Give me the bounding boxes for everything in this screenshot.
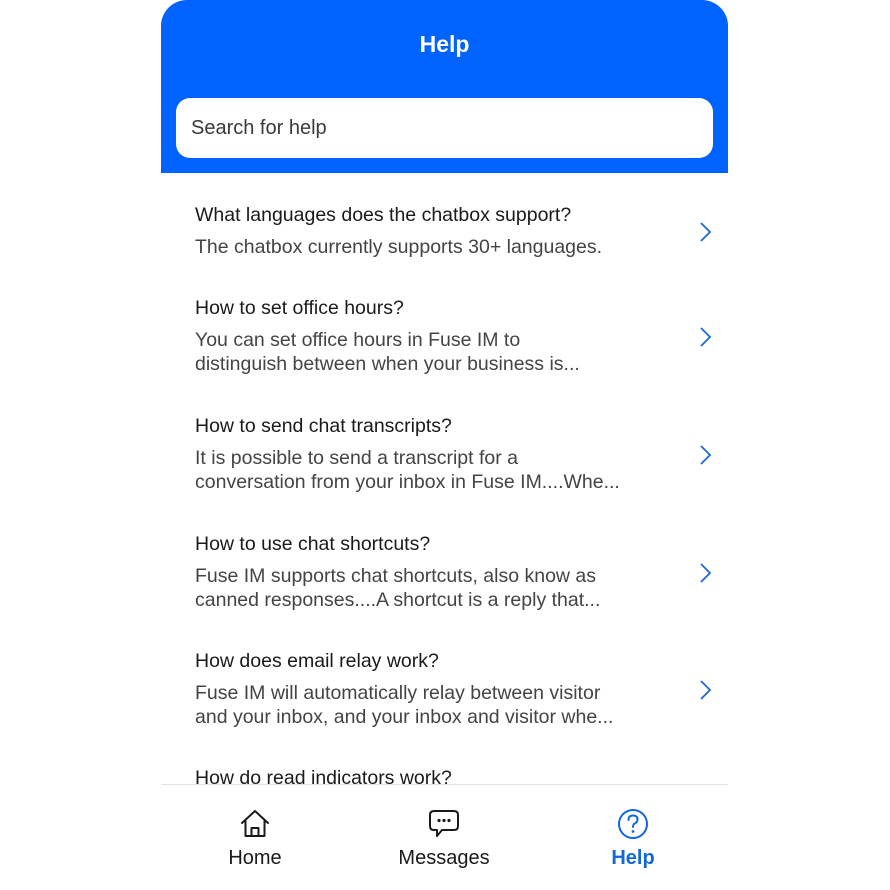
article-description: Fuse IM supports chat shortcuts, also kn… — [195, 564, 695, 612]
tab-label: Home — [228, 847, 282, 869]
article-description-line: Fuse IM supports chat shortcuts, also kn… — [195, 565, 597, 587]
article-title: How to set office hours? — [195, 297, 404, 319]
article-title: How do read indicators work? — [195, 767, 452, 784]
article-title: How to use chat shortcuts? — [195, 533, 431, 555]
chevron-right-icon — [698, 444, 712, 466]
tab-label: Messages — [398, 847, 490, 869]
tab-home[interactable]: Home — [185, 807, 325, 870]
message-bubble-icon — [427, 807, 461, 841]
article-description-line: You can set office hours in Fuse IM to — [195, 329, 521, 351]
article-title: How does email relay work? — [195, 650, 439, 672]
chevron-right-icon — [698, 562, 712, 584]
tab-label: Help — [611, 847, 655, 869]
article-item[interactable]: How to use chat shortcuts? Fuse IM suppo… — [195, 532, 712, 612]
article-item[interactable]: How to send chat transcripts? It is poss… — [195, 414, 712, 494]
bottom-tab-bar: Home Messages Help — [161, 785, 728, 890]
article-item[interactable]: How do read indicators work? — [195, 766, 695, 784]
article-description-line: conversation from your inbox in Fuse IM.… — [195, 471, 620, 493]
tab-help[interactable]: Help — [563, 807, 703, 870]
chevron-right-icon — [698, 326, 712, 348]
article-description: It is possible to send a transcript for … — [195, 446, 695, 494]
chevron-right-icon — [698, 679, 712, 701]
tab-messages[interactable]: Messages — [374, 807, 514, 870]
article-description-line: and your inbox, and your inbox and visit… — [195, 706, 614, 728]
help-article-list[interactable]: What languages does the chatbox support?… — [161, 173, 728, 784]
search-input[interactable] — [176, 98, 713, 158]
article-description-line: Fuse IM will automatically relay between… — [195, 682, 601, 704]
article-title: How to send chat transcripts? — [195, 415, 452, 437]
article-description: The chatbox currently supports 30+ langu… — [195, 235, 695, 259]
article-title: What languages does the chatbox support? — [195, 204, 572, 226]
article-description-line: The chatbox currently supports 30+ langu… — [195, 236, 603, 258]
article-description-line: It is possible to send a transcript for … — [195, 447, 518, 469]
article-description: You can set office hours in Fuse IM to d… — [195, 328, 695, 376]
article-item[interactable]: How does email relay work? Fuse IM will … — [195, 649, 712, 729]
article-item[interactable]: How to set office hours? You can set off… — [195, 296, 712, 376]
article-item[interactable]: What languages does the chatbox support?… — [195, 203, 712, 259]
question-circle-icon — [616, 807, 650, 841]
article-description-line: canned responses....A shortcut is a repl… — [195, 589, 601, 611]
article-description-line: distinguish between when your business i… — [195, 353, 580, 375]
chevron-right-icon — [698, 221, 712, 243]
home-icon — [238, 807, 272, 841]
page-title: Help — [419, 31, 470, 57]
article-description: Fuse IM will automatically relay between… — [195, 681, 695, 729]
help-screen: Help What languages does the chatbox sup… — [161, 0, 728, 890]
header: Help — [161, 0, 728, 173]
